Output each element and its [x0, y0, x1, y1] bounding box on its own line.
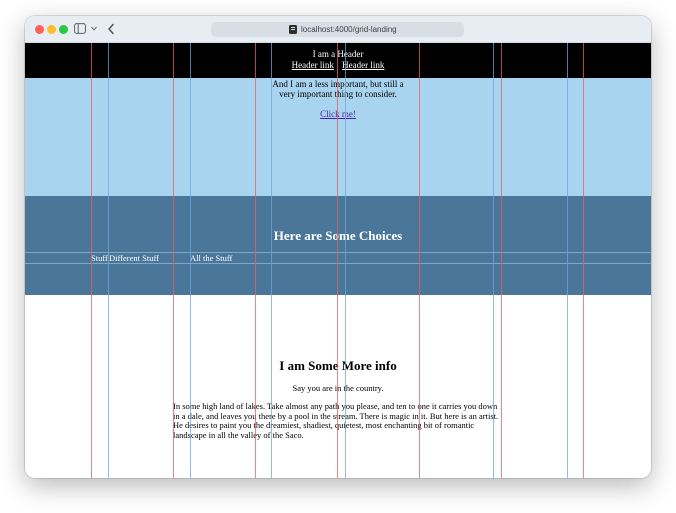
info-title: I am Some More info — [279, 358, 397, 373]
page-icon — [289, 25, 297, 34]
sidebar-icon[interactable] — [74, 23, 86, 34]
choice-item-all-the-stuff[interactable]: All the Stuff — [190, 253, 232, 264]
address-bar[interactable]: localhost:4000/grid-landing — [211, 22, 464, 37]
hero-text: And I am a less important, but still a v… — [272, 79, 404, 99]
url-text: localhost:4000/grid-landing — [301, 25, 397, 34]
chevron-down-icon[interactable] — [90, 25, 98, 32]
header-links: Header link Header link — [25, 59, 651, 71]
header-link-1[interactable]: Header link — [292, 60, 334, 70]
info-section: I am Some More info Say you are in the c… — [25, 295, 651, 478]
choice-item-stuff[interactable]: Stuff — [91, 253, 108, 264]
choice-row: Stuff Different Stuff All the Stuff — [25, 253, 651, 265]
page-content: I am a Header Header link Header link An… — [25, 43, 651, 478]
browser-toolbar: localhost:4000/grid-landing — [25, 16, 651, 43]
browser-window: localhost:4000/grid-landing I am a Heade… — [25, 16, 651, 478]
hero-link-wrap: Click me! — [25, 109, 651, 120]
header-link-2[interactable]: Header link — [342, 60, 384, 70]
choice-item-different-stuff[interactable]: Different Stuff — [109, 253, 159, 264]
close-dot[interactable] — [35, 25, 44, 34]
info-subtitle: Say you are in the country. — [292, 383, 384, 393]
choices-title: Here are Some Choices — [273, 228, 403, 243]
click-me-link[interactable]: Click me! — [320, 109, 356, 119]
hero-section: And I am a less important, but still a v… — [25, 78, 651, 196]
back-chevron-icon[interactable] — [107, 23, 115, 35]
choices-section: Here are Some Choices Stuff Different St… — [25, 196, 651, 295]
info-paragraph: In some high land of lakes. Take almost … — [173, 401, 499, 440]
site-header: I am a Header Header link Header link — [25, 43, 651, 78]
maximize-dot[interactable] — [59, 25, 68, 34]
minimize-dot[interactable] — [47, 25, 56, 34]
